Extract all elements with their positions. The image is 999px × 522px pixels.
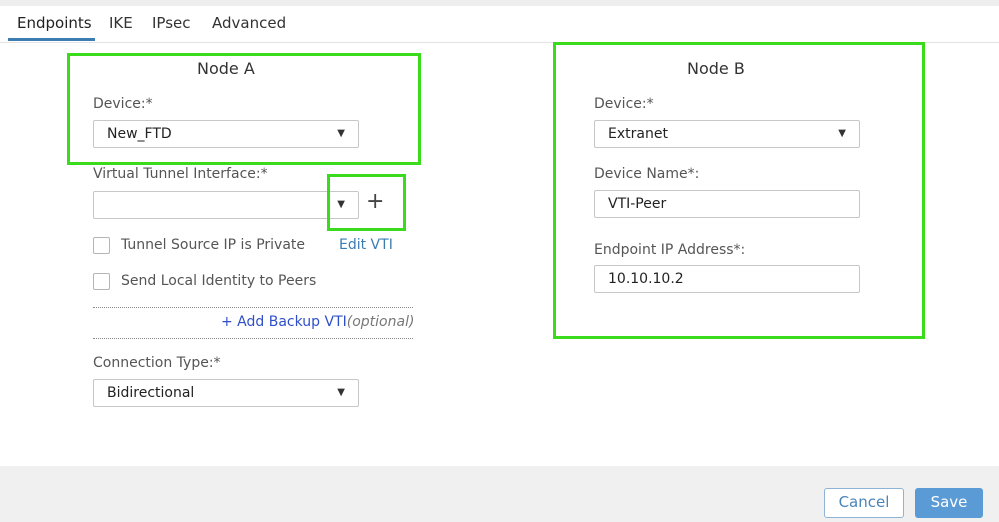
add-backup-vti-link[interactable]: + Add Backup VTI(optional) (221, 314, 414, 330)
divider-top (93, 307, 413, 308)
tab-ipsec[interactable]: IPsec (152, 14, 191, 32)
connection-type-label: Connection Type:* (93, 355, 221, 371)
tab-endpoints[interactable]: Endpoints (17, 14, 92, 32)
highlight-node-b (553, 42, 925, 339)
tunnel-source-private-label: Tunnel Source IP is Private (121, 237, 305, 253)
save-button[interactable]: Save (915, 488, 983, 518)
connection-type-select[interactable]: Bidirectional ▼ (93, 379, 359, 407)
tab-advanced[interactable]: Advanced (212, 14, 286, 32)
tunnel-source-private-checkbox[interactable] (93, 237, 110, 254)
active-tab-indicator (8, 38, 95, 41)
edit-vti-link[interactable]: Edit VTI (339, 237, 393, 253)
footer-bar: Cancel Save (0, 466, 999, 522)
vti-select[interactable]: ▼ (93, 191, 359, 219)
add-backup-vti-label: + Add Backup VTI (221, 314, 347, 330)
send-local-identity-checkbox[interactable] (93, 273, 110, 290)
add-backup-vti-optional: (optional) (346, 314, 415, 330)
highlight-node-a-device (67, 53, 421, 165)
divider-bottom (93, 338, 413, 339)
chevron-down-icon: ▼ (337, 387, 345, 398)
tab-ike[interactable]: IKE (109, 14, 133, 32)
cancel-button[interactable]: Cancel (824, 488, 904, 518)
highlight-vti-dropdown-add (327, 174, 406, 231)
send-local-identity-label: Send Local Identity to Peers (121, 273, 317, 289)
tab-bar: Endpoints IKE IPsec Advanced (0, 6, 999, 43)
vti-label: Virtual Tunnel Interface:* (93, 166, 268, 182)
endpoints-panel: Endpoints IKE IPsec Advanced Node A Devi… (0, 6, 999, 466)
connection-type-value: Bidirectional (107, 385, 195, 401)
